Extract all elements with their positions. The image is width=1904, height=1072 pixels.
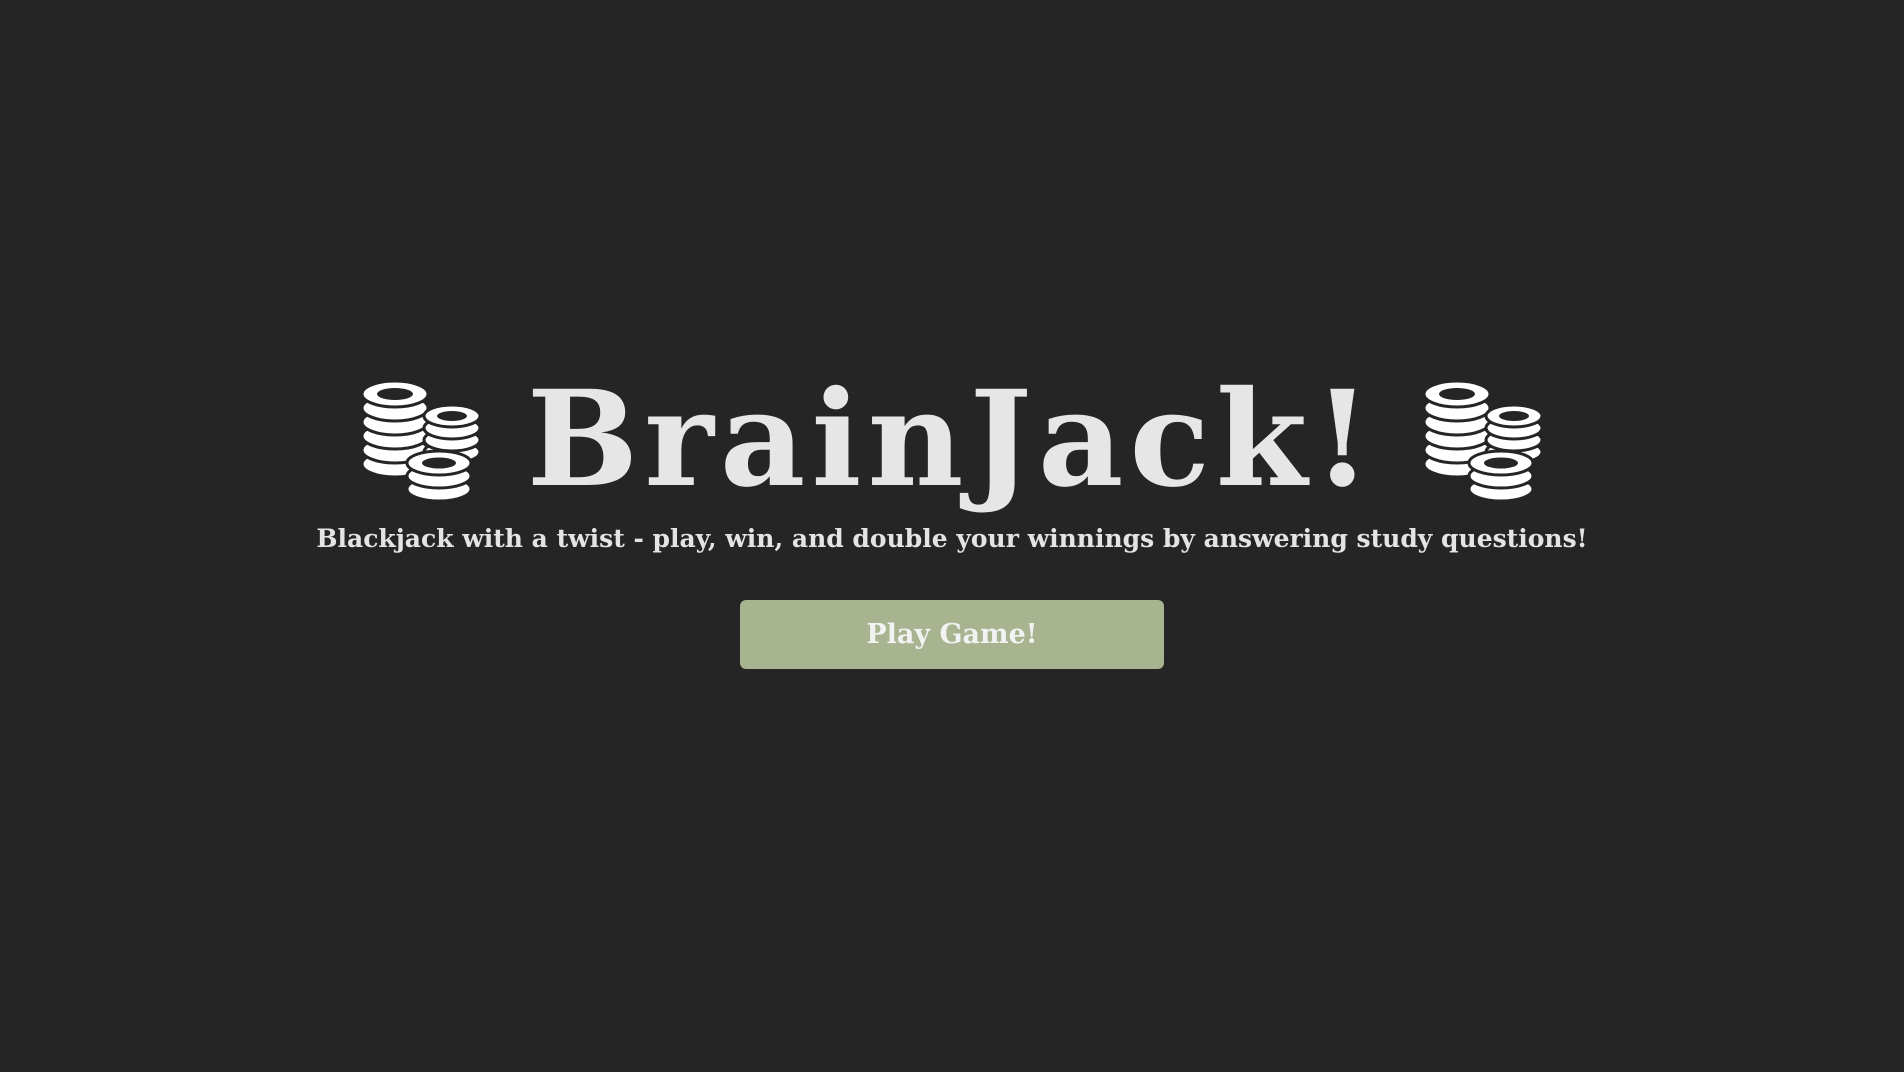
app-title: BrainJack! — [526, 362, 1378, 517]
coin-stacks-icon — [1422, 379, 1544, 503]
title-row: BrainJack! — [0, 370, 1904, 510]
play-game-button[interactable]: Play Game! — [740, 600, 1164, 669]
coin-stacks-icon — [360, 379, 482, 503]
landing-page: BrainJack! Blackjack with a twist - play… — [0, 0, 1904, 1072]
app-subtitle: Blackjack with a twist - play, win, and … — [316, 524, 1588, 553]
